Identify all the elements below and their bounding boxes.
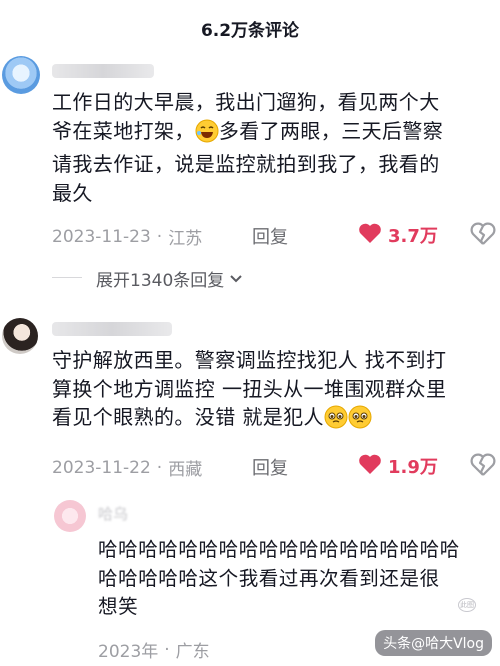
comment-location: 江苏 bbox=[168, 229, 203, 249]
watermark-stamp-icon: 此图 bbox=[458, 598, 476, 612]
broken-heart-icon[interactable] bbox=[470, 453, 496, 481]
comment-date: 2023-11-23 bbox=[52, 226, 151, 247]
heart-filled-icon bbox=[358, 453, 382, 479]
laughing-emoji-icon bbox=[195, 119, 219, 151]
comment-text: 守护解放西里。警察调监控找犯人 找不到打 算换个地方调监控 一扭头从一堆围观群众… bbox=[52, 346, 446, 437]
like-button[interactable]: 3.7万 bbox=[358, 222, 438, 248]
pleading-face-emoji-icon bbox=[348, 405, 372, 437]
comments-count-title: 6.2万条评论 bbox=[200, 21, 300, 41]
expand-replies-label: 展开1340条回复 bbox=[96, 271, 225, 291]
reply-username[interactable]: 哈乌 bbox=[98, 503, 128, 524]
comment-meta: 2023-11-22 · 西藏 bbox=[52, 455, 203, 481]
reply-text: 哈哈哈哈哈哈哈哈哈哈哈哈哈哈哈哈哈哈 哈哈哈哈哈这个我看过再次看到还是很 想笑 bbox=[98, 538, 460, 618]
comment-text: 工作日的大早晨，我出门遛狗，看见两个大 爷在菜地打架， 多看了两眼，三天后警察 请… bbox=[52, 90, 444, 205]
avatar[interactable] bbox=[2, 318, 38, 354]
expand-replies-button[interactable]: 展开1340条回复 bbox=[96, 266, 243, 291]
heart-filled-icon bbox=[358, 222, 382, 248]
reply-button[interactable]: 回复 bbox=[252, 454, 288, 480]
reply-meta: 2023年 · 广东 bbox=[98, 637, 210, 663]
reply-avatar[interactable] bbox=[54, 500, 86, 532]
comment-date: 2023-11-22 bbox=[52, 457, 151, 478]
avatar[interactable] bbox=[2, 56, 40, 94]
reply-button[interactable]: 回复 bbox=[252, 223, 288, 249]
like-count: 3.7万 bbox=[388, 226, 438, 247]
reply-location: 广东 bbox=[175, 642, 210, 662]
comment-location: 西藏 bbox=[168, 460, 203, 480]
reply-date: 2023年 bbox=[98, 642, 159, 662]
username-blurred[interactable] bbox=[52, 64, 154, 78]
username-blurred[interactable] bbox=[52, 322, 172, 336]
like-count: 1.9万 bbox=[388, 457, 438, 478]
comment-meta: 2023-11-23 · 江苏 bbox=[52, 224, 203, 250]
watermark: 头条@哈大Vlog bbox=[375, 630, 492, 656]
divider bbox=[52, 277, 82, 278]
pleading-face-emoji-icon bbox=[324, 405, 348, 437]
like-button[interactable]: 1.9万 bbox=[358, 453, 438, 479]
chevron-down-icon bbox=[229, 269, 243, 289]
broken-heart-icon[interactable] bbox=[470, 222, 496, 250]
